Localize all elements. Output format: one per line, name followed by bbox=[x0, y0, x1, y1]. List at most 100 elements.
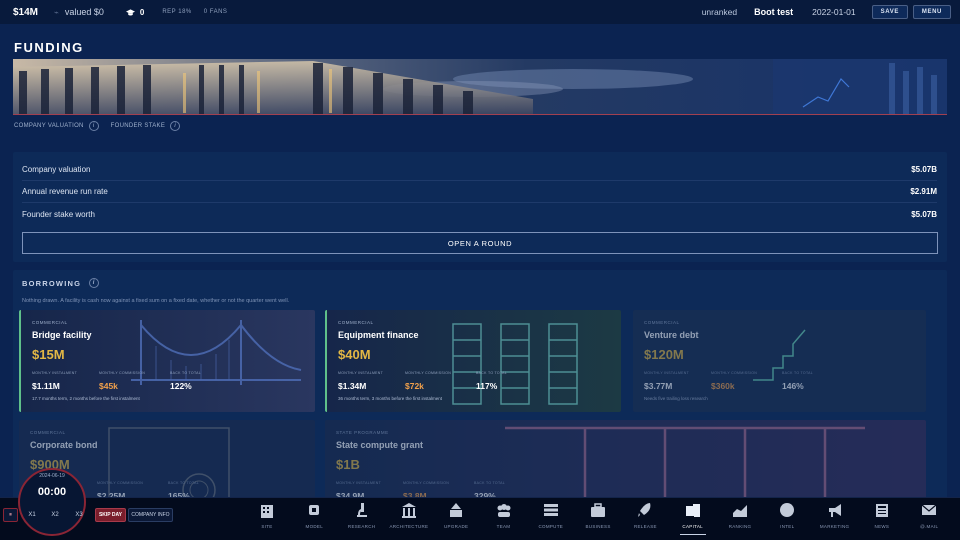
top-bar: $14M ⌁ valued $0 0 REP 18% 0 FANS unrank… bbox=[0, 0, 960, 24]
pause-button[interactable]: ⏸ bbox=[3, 508, 18, 522]
speed-x2-button[interactable]: X2 bbox=[46, 508, 64, 522]
game-date: 2022-01-01 bbox=[812, 7, 856, 17]
nav-tab-marketing[interactable]: MARKETING bbox=[812, 497, 858, 537]
nav-tab-release[interactable]: RELEASE bbox=[622, 497, 668, 537]
capital-icon bbox=[685, 504, 700, 517]
capacity-indicator: 0 bbox=[125, 7, 145, 17]
team-icon bbox=[497, 504, 510, 517]
facility-total-ratio: 117% bbox=[476, 381, 498, 391]
nav-tab-architecture[interactable]: ARCHITECTURE bbox=[386, 497, 432, 537]
nav-tab-model[interactable]: MODEL bbox=[291, 497, 337, 537]
nav-tab-label: MODEL bbox=[305, 524, 324, 529]
facility-amount: $40M bbox=[338, 347, 371, 362]
summary-row-value: $5.07B bbox=[911, 209, 937, 219]
valuation-summary-card: Company valuation $5.07B Annual revenue … bbox=[13, 152, 947, 262]
megaphone-icon bbox=[828, 504, 841, 517]
nav-tab-mail[interactable]: @.MAIL bbox=[906, 497, 952, 537]
speed-x1-button[interactable]: X1 bbox=[23, 508, 41, 522]
facility-commission: $45k bbox=[99, 381, 118, 391]
company-info-button[interactable]: COMPANY INFO bbox=[128, 508, 173, 522]
cash-balance: $14M bbox=[13, 6, 39, 18]
facility-stat-label: MONTHLY COMMISSION bbox=[99, 371, 146, 375]
facility-stat-label: MONTHLY INSTALMENT bbox=[644, 371, 690, 375]
facility-tag: COMMERCIAL bbox=[338, 320, 374, 325]
facility-name: Venture debt bbox=[644, 330, 699, 340]
nav-tab-site[interactable]: SITE bbox=[244, 497, 290, 537]
summary-row: Founder stake worth $5.07B bbox=[22, 203, 937, 225]
nav-tab-intel[interactable]: INTEL bbox=[764, 497, 810, 537]
chip-icon bbox=[309, 505, 320, 515]
facility-card-equipment[interactable]: COMMERCIAL Equipment finance $40M MONTHL… bbox=[325, 310, 621, 412]
facility-stat-label: MONTHLY COMMISSION bbox=[711, 371, 758, 375]
founder-stake-link[interactable]: FOUNDER STAKE i bbox=[111, 121, 181, 131]
game-clock: 2024-06-19 00:00 bbox=[18, 468, 86, 536]
valuation-label: valued $0 bbox=[64, 7, 104, 17]
facility-name: Equipment finance bbox=[338, 330, 419, 340]
nav-tab-research[interactable]: RESEARCH bbox=[339, 497, 385, 537]
facility-tag: COMMERCIAL bbox=[644, 320, 680, 325]
nav-tab-label: RELEASE bbox=[633, 524, 657, 529]
facility-stat-label: BACK TO TOTAL bbox=[782, 371, 814, 375]
facility-card-venture-debt[interactable]: COMMERCIAL Venture debt $120M MONTHLY IN… bbox=[633, 310, 926, 412]
facility-note: 17.7 months term, 2 months before the fi… bbox=[32, 396, 140, 401]
summary-row-label: Annual revenue run rate bbox=[22, 187, 108, 196]
facility-total-ratio: 122% bbox=[170, 381, 192, 391]
skip-day-button[interactable]: SKIP DAY bbox=[95, 508, 126, 522]
clock-time: 00:00 bbox=[37, 486, 67, 498]
nav-tab-label: BUSINESS bbox=[585, 524, 611, 529]
facility-instalment: $1.34M bbox=[338, 381, 367, 391]
facility-stat-label: MONTHLY INSTALMENT bbox=[336, 481, 382, 485]
facility-stat-label: MONTHLY INSTALMENT bbox=[32, 371, 78, 375]
facility-tag: COMMERCIAL bbox=[32, 320, 68, 325]
nav-tab-label: UPGRADE bbox=[444, 524, 469, 529]
facility-stat-label: BACK TO TOTAL bbox=[168, 481, 200, 485]
facility-name: Bridge facility bbox=[32, 330, 92, 340]
clock-date: 2024-06-19 bbox=[39, 473, 65, 479]
summary-row: Annual revenue run rate $2.91M bbox=[22, 181, 937, 203]
facility-commission: $360k bbox=[711, 381, 735, 391]
nav-tab-ranking[interactable]: RANKING bbox=[717, 497, 763, 537]
info-icon[interactable]: i bbox=[88, 121, 99, 131]
borrowing-header: BORROWING i bbox=[22, 278, 100, 288]
facility-stat-label: BACK TO TOTAL bbox=[474, 481, 506, 485]
facility-instalment: $3.77M bbox=[644, 381, 673, 391]
nav-tab-news[interactable]: NEWS bbox=[859, 497, 905, 537]
nav-tab-capital[interactable]: CAPITAL bbox=[670, 497, 716, 537]
facility-card-bridge[interactable]: COMMERCIAL Bridge facility $15M MONTHLY … bbox=[19, 310, 315, 412]
nav-tab-upgrade[interactable]: UPGRADE bbox=[433, 497, 479, 537]
reputation-stat: REP 18% bbox=[162, 9, 192, 15]
info-icon[interactable]: i bbox=[89, 278, 100, 288]
facility-stat-label: MONTHLY COMMISSION bbox=[97, 481, 144, 485]
facility-tag: STATE PROGRAMME bbox=[336, 430, 389, 435]
separator-icon: ⌁ bbox=[54, 7, 59, 17]
speed-x3-button[interactable]: X3 bbox=[70, 508, 88, 522]
page-title: FUNDING bbox=[14, 40, 84, 55]
borrowing-title: BORROWING bbox=[22, 278, 82, 288]
briefcase-icon bbox=[591, 503, 606, 517]
summary-row-label: Founder stake worth bbox=[22, 209, 95, 219]
nav-tab-label: MARKETING bbox=[819, 524, 850, 529]
borrowing-description: Nothing drawn. A facility is cash now ag… bbox=[22, 298, 290, 304]
nav-tab-compute[interactable]: COMPUTE bbox=[528, 497, 574, 537]
facility-stat-label: MONTHLY INSTALMENT bbox=[338, 371, 384, 375]
facility-stat-label: BACK TO TOTAL bbox=[476, 371, 508, 375]
chart-icon bbox=[733, 505, 747, 517]
nav-tab-label: TEAM bbox=[496, 524, 511, 529]
nav-tab-business[interactable]: BUSINESS bbox=[575, 497, 621, 537]
facility-name: Corporate bond bbox=[30, 440, 98, 450]
info-icon[interactable]: i bbox=[170, 121, 181, 131]
company-valuation-label: COMPANY VALUATION bbox=[14, 123, 84, 129]
save-button[interactable]: SAVE bbox=[871, 5, 908, 19]
nav-tab-team[interactable]: TEAM bbox=[481, 497, 527, 537]
menu-button[interactable]: MENU bbox=[912, 5, 951, 19]
globe-icon bbox=[780, 503, 795, 517]
facility-stat-label: BACK TO TOTAL bbox=[170, 371, 202, 375]
pause-icon: ⏸ bbox=[8, 511, 12, 518]
capacity-count: 0 bbox=[139, 7, 145, 17]
facility-amount: $120M bbox=[644, 347, 684, 362]
facility-stat-label: MONTHLY COMMISSION bbox=[405, 371, 452, 375]
company-valuation-link[interactable]: COMPANY VALUATION i bbox=[14, 121, 99, 131]
open-round-button[interactable]: OPEN A ROUND bbox=[22, 232, 938, 254]
facility-note: 36 months term, 3 months before the firs… bbox=[338, 396, 443, 401]
building-icon bbox=[261, 505, 273, 518]
